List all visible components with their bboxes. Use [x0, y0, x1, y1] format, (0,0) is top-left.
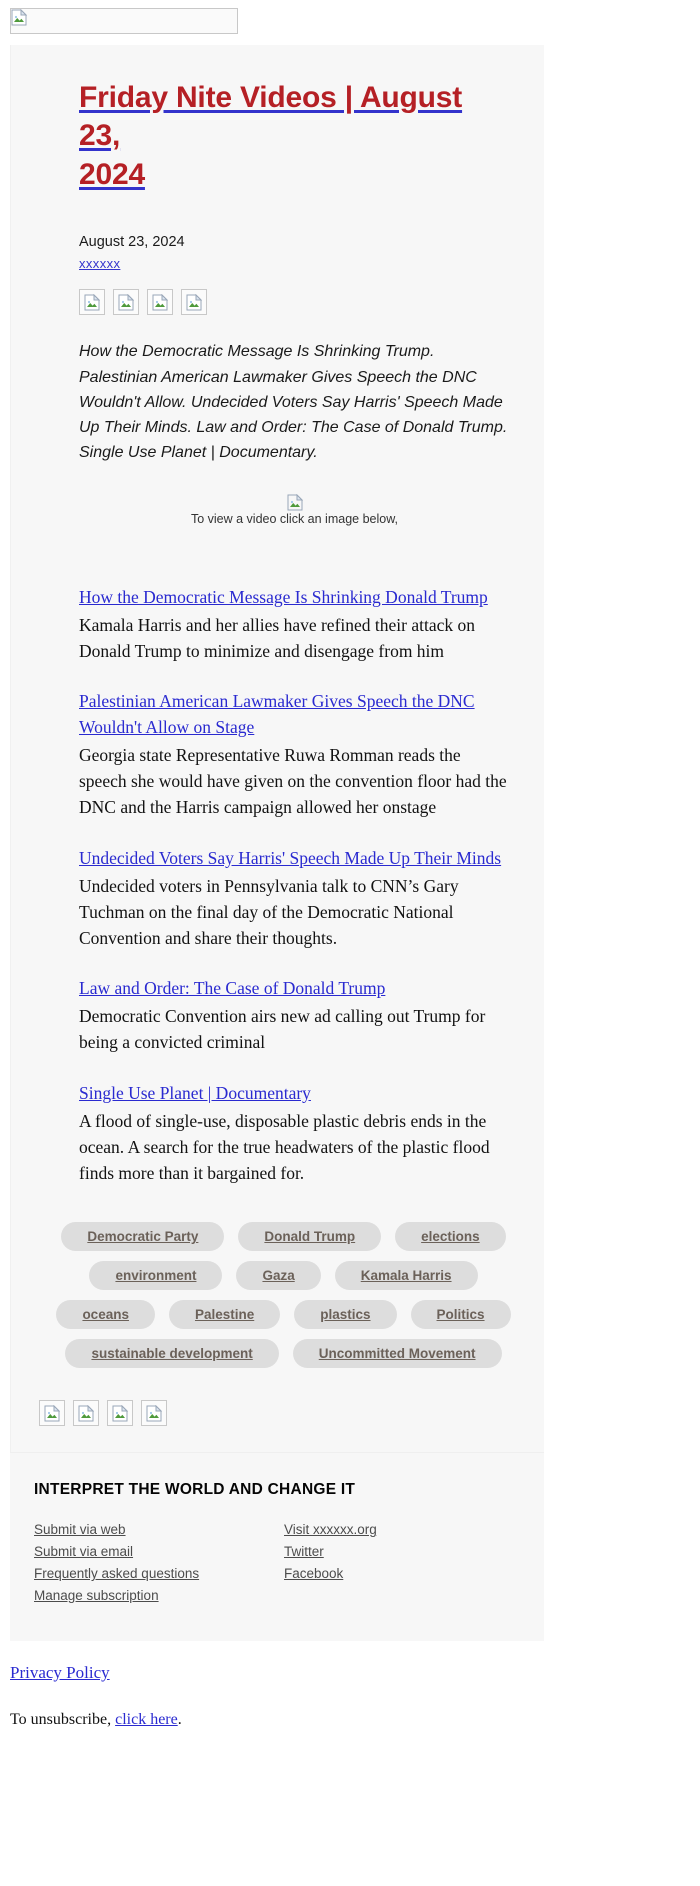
article-blurb: A flood of single-use, disposable plasti… — [79, 1110, 490, 1184]
article-blurb: Kamala Harris and her allies have refine… — [79, 614, 475, 661]
newsletter-body-panel: Friday Nite Videos | August 23, 2024 Aug… — [10, 45, 544, 1453]
social-icon-1[interactable] — [79, 289, 105, 316]
article-headline-link[interactable]: Palestinian American Lawmaker Gives Spee… — [79, 691, 475, 737]
footer-link-faq[interactable]: Frequently asked questions — [34, 1563, 284, 1585]
broken-image-icon — [44, 1404, 60, 1422]
tag-pill[interactable]: Kamala Harris — [334, 1261, 478, 1291]
dateline: August 23, 2024 xxxxxx — [79, 232, 510, 273]
tag-pill[interactable]: Politics — [410, 1300, 511, 1330]
social-icon-3[interactable] — [107, 1400, 133, 1427]
issue-date: August 23, 2024 — [79, 234, 185, 251]
social-icon-4[interactable] — [141, 1400, 167, 1427]
list-item: Law and Order: The Case of Donald Trump … — [79, 976, 510, 1055]
page-title: Friday Nite Videos | August 23, 2024 — [79, 45, 510, 194]
list-item: Undecided Voters Say Harris' Speech Made… — [79, 846, 510, 952]
article-headline-link[interactable]: How the Democratic Message Is Shrinking … — [79, 587, 488, 607]
page-title-line-1[interactable]: Friday Nite Videos | August 23, — [79, 81, 462, 152]
broken-image-icon — [11, 9, 27, 26]
tag-pill[interactable]: Gaza — [236, 1261, 321, 1291]
logo-banner — [10, 8, 238, 34]
footer-column-left: Submit via web Submit via email Frequent… — [34, 1519, 284, 1606]
social-icon-3[interactable] — [147, 289, 173, 316]
social-icon-2[interactable] — [113, 289, 139, 316]
unsubscribe-prefix: To unsubscribe, — [10, 1710, 116, 1728]
view-video-note-text: To view a video click an image below, — [190, 511, 399, 526]
tag-pill[interactable]: plastics — [294, 1300, 397, 1330]
list-item: How the Democratic Message Is Shrinking … — [79, 585, 510, 664]
tag-pill[interactable]: Palestine — [168, 1300, 281, 1330]
footer-link-submit-via-email[interactable]: Submit via email — [34, 1541, 284, 1563]
article-blurb: Undecided voters in Pennsylvania talk to… — [79, 875, 459, 949]
email-newsletter-page: Friday Nite Videos | August 23, 2024 Aug… — [0, 8, 700, 1729]
footer-column-right: Visit xxxxxx.org Twitter Facebook — [284, 1519, 534, 1606]
article-headline-link[interactable]: Law and Order: The Case of Donald Trump — [79, 978, 385, 998]
tag-pill[interactable]: sustainable development — [65, 1339, 279, 1369]
broken-image-icon — [152, 293, 168, 311]
article-blurb: Democratic Convention airs new ad callin… — [79, 1006, 486, 1053]
legal-tail: Privacy Policy To unsubscribe, click her… — [0, 1640, 700, 1729]
broken-image-icon — [287, 493, 303, 511]
social-icon-4[interactable] — [181, 289, 207, 316]
social-icon-2[interactable] — [73, 1400, 99, 1427]
footer-heading: INTERPRET THE WORLD AND CHANGE IT — [34, 1481, 356, 1499]
issue-summary: How the Democratic Message Is Shrinking … — [79, 343, 508, 462]
footer-link-visit-site[interactable]: Visit xxxxxx.org — [284, 1519, 534, 1541]
footer-link-twitter[interactable]: Twitter — [284, 1541, 534, 1563]
article-headline-link[interactable]: Single Use Planet | Documentary — [79, 1083, 311, 1103]
article-headline-link[interactable]: Undecided Voters Say Harris' Speech Made… — [79, 848, 501, 868]
footer-link-submit-via-web[interactable]: Submit via web — [34, 1519, 284, 1541]
unsubscribe-link[interactable]: click here — [115, 1711, 178, 1728]
unsubscribe-suffix: . — [177, 1710, 182, 1728]
unsubscribe-line: To unsubscribe, click here. — [10, 1711, 700, 1729]
social-icon-1[interactable] — [39, 1400, 65, 1427]
footer-columns: Submit via web Submit via email Frequent… — [34, 1519, 544, 1606]
broken-image-icon — [146, 1404, 162, 1422]
list-item: Single Use Planet | Documentary A flood … — [79, 1081, 510, 1187]
tag-pill[interactable]: elections — [395, 1222, 506, 1252]
footer-panel: INTERPRET THE WORLD AND CHANGE IT Submit… — [10, 1452, 544, 1641]
view-video-note: To view a video click an image below, — [79, 493, 510, 527]
broken-image-icon — [118, 293, 134, 311]
broken-image-icon — [78, 1404, 94, 1422]
article-list: How the Democratic Message Is Shrinking … — [79, 585, 510, 1187]
tag-list: Democratic Party Donald Trump elections … — [11, 1222, 544, 1369]
tag-pill[interactable]: environment — [89, 1261, 223, 1291]
bottom-social-icon-row — [39, 1400, 544, 1427]
tag-pill[interactable]: oceans — [56, 1300, 155, 1330]
site-link[interactable]: xxxxxx — [79, 254, 510, 274]
footer-link-manage-subscription[interactable]: Manage subscription — [34, 1585, 284, 1607]
tag-pill[interactable]: Donald Trump — [238, 1222, 382, 1252]
page-title-line-2[interactable]: 2024 — [79, 158, 145, 191]
privacy-policy-link[interactable]: Privacy Policy — [10, 1663, 110, 1682]
top-social-icon-row — [79, 289, 510, 316]
broken-image-icon — [84, 293, 100, 311]
list-item: Palestinian American Lawmaker Gives Spee… — [79, 689, 510, 821]
broken-image-icon — [186, 293, 202, 311]
tag-pill[interactable]: Uncommitted Movement — [292, 1339, 502, 1369]
broken-image-icon — [112, 1404, 128, 1422]
article-blurb: Georgia state Representative Ruwa Romman… — [79, 744, 507, 818]
footer-link-facebook[interactable]: Facebook — [284, 1563, 534, 1585]
tag-pill[interactable]: Democratic Party — [61, 1222, 225, 1252]
